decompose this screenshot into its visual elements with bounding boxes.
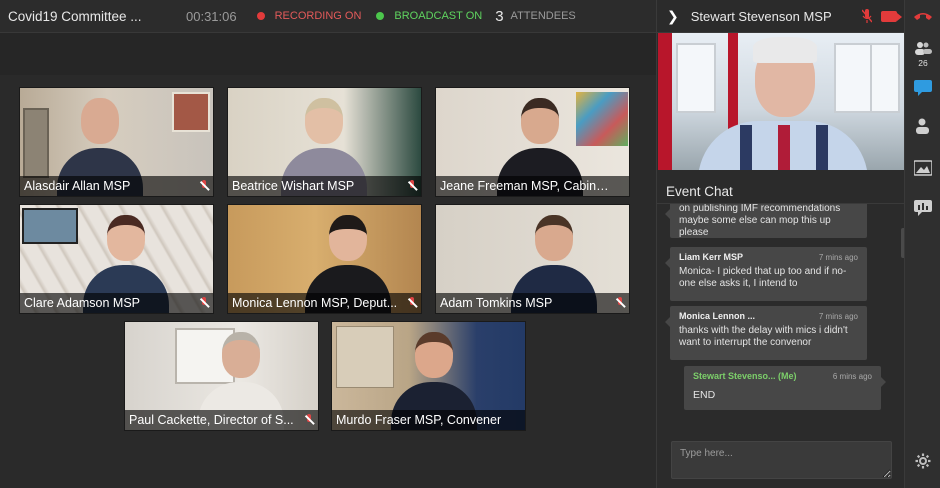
- chat-message-text: on publishing IMF recommendations maybe …: [679, 204, 841, 238]
- tile-name: Murdo Fraser MSP, Convener: [336, 413, 502, 427]
- session-title[interactable]: Covid19 Committee ...: [8, 9, 158, 24]
- participants-count: 26: [918, 58, 928, 68]
- image-gallery-icon[interactable]: [914, 160, 932, 176]
- video-tile[interactable]: Jeane Freeman MSP, Cabinet...: [435, 87, 630, 197]
- chat-message-text: Monica- I picked that up too and if no-o…: [679, 266, 847, 289]
- tile-name: Adam Tomkins MSP: [440, 296, 553, 310]
- attendee-label[interactable]: ATTENDEES: [511, 10, 576, 22]
- wall-picture: [22, 208, 78, 244]
- camera-icon[interactable]: [881, 11, 902, 22]
- tile-name: Beatrice Wishart MSP: [232, 179, 355, 193]
- broadcast-dot-icon: [376, 12, 385, 20]
- chat-message: Liam Kerr MSP 7 mins ago Monica- I picke…: [665, 247, 867, 301]
- chat-message-own: Stewart Stevenso... (Me) 6 mins ago END: [684, 366, 886, 410]
- presenter-icon[interactable]: [914, 118, 932, 134]
- presenter-video: [658, 33, 904, 170]
- video-tile[interactable]: Beatrice Wishart MSP: [227, 87, 422, 197]
- chat-timestamp: 7 mins ago: [818, 312, 858, 321]
- tile-name: Clare Adamson MSP: [24, 296, 141, 310]
- tile-name: Paul Cackette, Director of S...: [129, 413, 294, 427]
- poll-icon[interactable]: [914, 200, 932, 216]
- tile-name: Monica Lennon MSP, Deput...: [232, 296, 398, 310]
- mic-muted-icon: [407, 297, 417, 309]
- chat-title: Event Chat: [666, 184, 733, 199]
- chevron-right-icon[interactable]: ❯: [667, 8, 679, 25]
- session-timer: 00:31:06: [186, 8, 237, 24]
- chat-header: Event Chat: [657, 178, 905, 204]
- chat-icon[interactable]: [914, 80, 932, 96]
- stage-header-strip: [0, 33, 656, 75]
- video-tile[interactable]: Monica Lennon MSP, Deput...: [227, 204, 422, 314]
- mic-off-icon[interactable]: [862, 9, 872, 24]
- hang-up-icon[interactable]: [913, 8, 933, 24]
- settings-gear-icon[interactable]: [915, 453, 931, 469]
- app-window: Covid19 Committee ... 00:31:06 RECORDING…: [0, 0, 940, 488]
- video-tile[interactable]: Murdo Fraser MSP, Convener: [331, 321, 526, 431]
- video-tile[interactable]: Clare Adamson MSP: [19, 204, 214, 314]
- chat-message-text: thanks with the delay with mics i didn't…: [679, 325, 848, 348]
- chat-message: Monica Lennon ... 7 mins ago thanks with…: [665, 306, 867, 360]
- tile-name: Alasdair Allan MSP: [24, 179, 131, 193]
- chat-message-list[interactable]: on publishing IMF recommendations maybe …: [657, 204, 905, 430]
- chat-message: on publishing IMF recommendations maybe …: [665, 204, 867, 238]
- video-tile[interactable]: Alasdair Allan MSP: [19, 87, 214, 197]
- mic-muted-icon: [304, 414, 314, 426]
- broadcast-status: BROADCAST ON: [394, 10, 483, 22]
- mic-muted-icon: [407, 180, 417, 192]
- chat-timestamp: 7 mins ago: [818, 253, 858, 262]
- chat-compose: [657, 430, 905, 488]
- video-tile[interactable]: Paul Cackette, Director of S...: [124, 321, 319, 431]
- mic-muted-icon: [199, 297, 209, 309]
- chat-message-text: END: [693, 389, 716, 401]
- attendee-count[interactable]: 3: [495, 8, 503, 25]
- presenter-name: Stewart Stevenson MSP: [690, 8, 832, 24]
- mic-muted-icon: [615, 297, 625, 309]
- recording-dot-icon: [256, 12, 265, 20]
- chat-timestamp: 6 mins ago: [832, 372, 872, 381]
- window-frame: [23, 108, 49, 178]
- recording-status: RECORDING ON: [274, 10, 362, 22]
- mic-muted-icon: [199, 180, 209, 192]
- video-grid: Alasdair Allan MSP Beatrice Wishart MSP: [0, 75, 656, 488]
- wall-painting: [576, 92, 628, 146]
- chat-input[interactable]: [671, 441, 892, 479]
- tile-name: Jeane Freeman MSP, Cabinet...: [440, 179, 610, 193]
- notice-board: [336, 326, 394, 388]
- video-tile[interactable]: Adam Tomkins MSP: [435, 204, 630, 314]
- top-bar: Covid19 Committee ... 00:31:06 RECORDING…: [0, 0, 656, 33]
- presenter-header: ❯ Stewart Stevenson MSP: [657, 0, 905, 33]
- participants-icon[interactable]: [914, 40, 932, 56]
- right-rail: 26: [904, 0, 940, 488]
- wall-picture: [172, 92, 210, 132]
- right-panel: ❯ Stewart Stevenson MSP Event Chat on pu…: [656, 0, 905, 488]
